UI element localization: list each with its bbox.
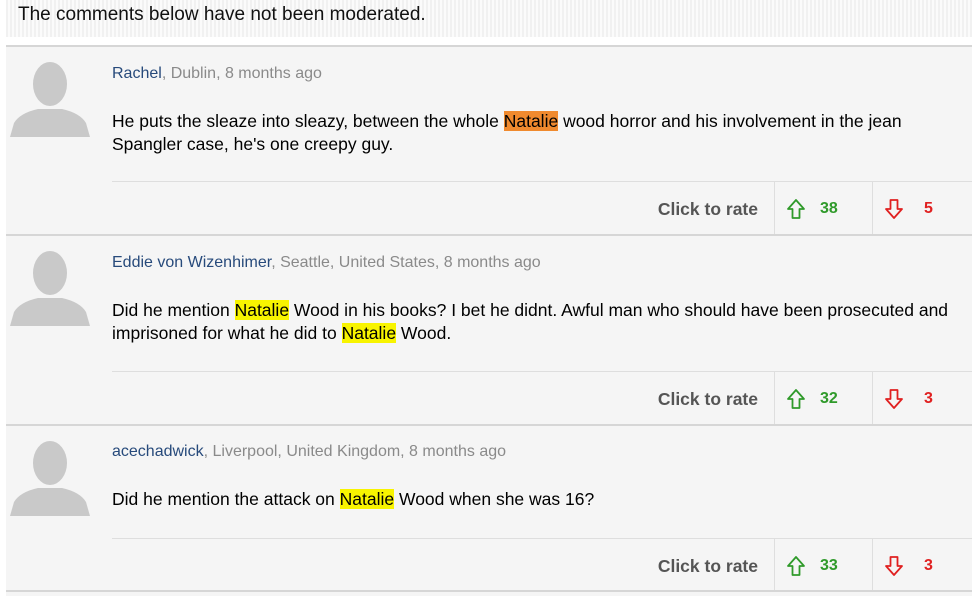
comment-location-time: , Seattle, United States, 8 months ago (271, 254, 541, 271)
comment-text: Did he mention Natalie Wood in his books… (112, 299, 954, 345)
vote-up-button[interactable]: 32 (774, 372, 872, 426)
click-to-rate-label: Click to rate (657, 389, 758, 409)
upvote-count: 38 (820, 200, 838, 217)
downvote-count: 3 (924, 557, 933, 574)
vote-up-button[interactable]: 33 (774, 539, 872, 593)
comment-location-time: , Dublin, 8 months ago (161, 65, 322, 82)
vote-up-button[interactable]: 38 (774, 182, 872, 236)
search-highlight: Natalie (503, 111, 559, 131)
upvote-count: 33 (820, 557, 838, 574)
arrow-up-icon (787, 199, 805, 219)
default-avatar-icon (10, 62, 90, 137)
upvote-count: 32 (820, 390, 838, 407)
next-comment-edge (6, 590, 972, 596)
comment-text-segment: Wood. (396, 323, 452, 343)
comment-author-link[interactable]: Rachel (112, 65, 162, 82)
search-highlight: Natalie (339, 489, 395, 509)
comment-text: Did he mention the attack on Natalie Woo… (112, 488, 954, 511)
arrow-down-icon (885, 199, 903, 219)
rate-bar: Click to rate 33 3 (112, 538, 972, 593)
click-to-rate-label: Click to rate (657, 556, 758, 576)
search-highlight: Natalie (341, 323, 397, 343)
vote-down-button[interactable]: 3 (872, 539, 970, 593)
comment-meta: Eddie von Wizenhimer, Seattle, United St… (112, 254, 541, 272)
rate-bar: Click to rate 38 5 (112, 181, 972, 236)
comment-text-segment: Wood when she was 16? (394, 489, 595, 509)
comment-text-segment: Did he mention (112, 300, 235, 320)
arrow-down-icon (885, 389, 903, 409)
arrow-up-icon (787, 389, 805, 409)
comment-item: Eddie von Wizenhimer, Seattle, United St… (6, 234, 972, 426)
default-avatar-icon (10, 251, 90, 326)
arrow-down-icon (885, 556, 903, 576)
comment-author-link[interactable]: Eddie von Wizenhimer (112, 254, 271, 271)
vote-down-button[interactable]: 5 (872, 182, 970, 236)
comment-item: Rachel, Dublin, 8 months ago He puts the… (6, 45, 972, 236)
comment-text-segment: Did he mention the attack on (112, 489, 340, 509)
comment-meta: Rachel, Dublin, 8 months ago (112, 65, 322, 83)
vote-down-button[interactable]: 3 (872, 372, 970, 426)
downvote-count: 3 (924, 390, 933, 407)
default-avatar-icon (10, 441, 90, 516)
moderation-notice: The comments below have not been moderat… (6, 0, 972, 37)
comment-text: He puts the sleaze into sleazy, between … (112, 110, 954, 156)
comment-author-link[interactable]: acechadwick (112, 443, 204, 460)
comment-meta: acechadwick, Liverpool, United Kingdom, … (112, 443, 506, 461)
search-highlight: Natalie (234, 300, 290, 320)
comment-text-segment: He puts the sleaze into sleazy, between … (112, 111, 504, 131)
comment-item: acechadwick, Liverpool, United Kingdom, … (6, 424, 972, 593)
downvote-count: 5 (924, 200, 933, 217)
comment-location-time: , Liverpool, United Kingdom, 8 months ag… (203, 443, 507, 460)
click-to-rate-label: Click to rate (657, 199, 758, 219)
rate-bar: Click to rate 32 3 (112, 371, 972, 426)
arrow-up-icon (787, 556, 805, 576)
